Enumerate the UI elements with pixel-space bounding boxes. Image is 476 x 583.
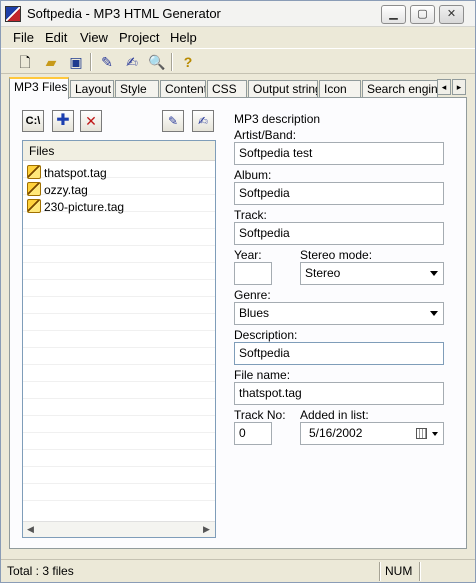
chevron-down-icon[interactable] <box>430 311 438 316</box>
stereo-mode-label: Stereo mode: <box>300 248 373 262</box>
tab-mp3-files[interactable]: MP3 Files <box>9 77 69 99</box>
window-title: Softpedia - MP3 HTML Generator <box>27 6 221 21</box>
generate-all-button[interactable]: ✍ <box>192 110 214 132</box>
tab-output-string[interactable]: Output string <box>248 80 318 98</box>
menu-bar: File Edit View Project Help <box>1 28 475 47</box>
chevron-down-icon[interactable] <box>432 432 438 436</box>
menu-file[interactable]: File <box>13 30 34 45</box>
tab-layout[interactable]: Layout <box>70 80 114 98</box>
added-date-value: 5/16/2002 <box>309 426 363 440</box>
app-window: Softpedia - MP3 HTML Generator ▁ ▢ ✕ Fil… <box>0 0 476 583</box>
genre-value: Blues <box>239 306 270 320</box>
tab-search-engine[interactable]: Search engine <box>362 80 438 98</box>
help-icon[interactable]: ? <box>178 52 198 72</box>
file-name-field[interactable]: thatspot.tag <box>234 382 444 405</box>
list-item[interactable]: 230-picture.tag <box>27 199 207 216</box>
mp3-files-panel: C:\ ✚ ✕ ✎ ✍ Files thatspot.tag ozzy.tag … <box>9 97 467 549</box>
scroll-left-icon[interactable]: ◀ <box>27 524 34 535</box>
scroll-right-icon[interactable]: ▶ <box>203 524 210 535</box>
tab-icon[interactable]: Icon <box>319 80 361 98</box>
list-item[interactable]: thatspot.tag <box>27 165 207 182</box>
album-field[interactable]: Softpedia <box>234 182 444 205</box>
toolbar-separator <box>171 53 173 71</box>
maximize-button[interactable]: ▢ <box>410 5 435 24</box>
generate-all-icon[interactable]: ✍ <box>122 52 142 72</box>
file-list-items: thatspot.tag ozzy.tag 230-picture.tag <box>27 165 207 216</box>
menu-view[interactable]: View <box>80 30 108 45</box>
genre-select[interactable]: Blues <box>234 302 444 325</box>
tab-scroll-right-icon[interactable]: ▸ <box>452 79 466 95</box>
tag-file-icon <box>27 165 41 179</box>
tab-scroll-left-icon[interactable]: ◂ <box>437 79 451 95</box>
title-bar: Softpedia - MP3 HTML Generator ▁ ▢ ✕ <box>1 1 475 27</box>
menu-project[interactable]: Project <box>119 30 159 45</box>
select-drive-button[interactable]: C:\ <box>22 110 44 132</box>
menu-edit[interactable]: Edit <box>45 30 67 45</box>
year-field[interactable] <box>234 262 272 285</box>
group-title: MP3 description <box>234 112 321 126</box>
app-icon[interactable] <box>5 6 21 22</box>
horizontal-scrollbar[interactable]: ◀ ▶ <box>23 521 215 537</box>
description-field[interactable]: Softpedia <box>234 342 444 365</box>
files-column-header[interactable]: Files <box>23 141 215 161</box>
open-folder-icon[interactable]: ▰ <box>41 52 61 72</box>
track-label: Track: <box>234 208 267 222</box>
generate-icon[interactable]: ✎ <box>97 52 117 72</box>
minimize-button[interactable]: ▁ <box>381 5 406 24</box>
tab-css[interactable]: CSS <box>207 80 247 98</box>
artist-label: Artist/Band: <box>234 128 297 142</box>
toolbar-separator <box>90 53 92 71</box>
file-name-label: File name: <box>234 368 291 382</box>
added-date-picker[interactable]: 5/16/2002 <box>300 422 444 445</box>
file-name-label: ozzy.tag <box>44 183 88 197</box>
tab-style[interactable]: Style <box>115 80 159 98</box>
track-field[interactable]: Softpedia <box>234 222 444 245</box>
toolbar: 🗋 ▰ ▣ ✎ ✍ 🔍 ? <box>1 48 475 74</box>
generate-selected-button[interactable]: ✎ <box>162 110 184 132</box>
file-name-label: 230-picture.tag <box>44 200 125 214</box>
tab-content[interactable]: Content <box>160 80 206 98</box>
list-item[interactable]: ozzy.tag <box>27 182 207 199</box>
file-list[interactable]: Files thatspot.tag ozzy.tag 230-picture.… <box>22 140 216 538</box>
tag-file-icon <box>27 182 41 196</box>
chevron-down-icon[interactable] <box>430 271 438 276</box>
track-no-field[interactable]: 0 <box>234 422 272 445</box>
stereo-mode-select[interactable]: Stereo <box>300 262 444 285</box>
status-num-lock: NUM <box>385 564 413 578</box>
new-file-icon[interactable]: 🗋 <box>15 52 35 72</box>
track-no-label: Track No: <box>234 408 286 422</box>
status-bar: Total : 3 files NUM <box>1 559 475 582</box>
description-label: Description: <box>234 328 298 342</box>
status-divider <box>379 562 381 581</box>
mp3-description-group: MP3 description Artist/Band: Softpedia t… <box>230 112 458 458</box>
preview-icon[interactable]: 🔍 <box>147 52 167 72</box>
stereo-mode-value: Stereo <box>305 266 341 280</box>
status-total-files: Total : 3 files <box>7 564 74 578</box>
menu-help[interactable]: Help <box>170 30 197 45</box>
remove-file-button[interactable]: ✕ <box>80 110 102 132</box>
album-label: Album: <box>234 168 272 182</box>
calendar-icon[interactable] <box>416 428 427 439</box>
status-divider <box>419 562 421 581</box>
added-in-list-label: Added in list: <box>300 408 369 422</box>
add-file-button[interactable]: ✚ <box>52 110 74 132</box>
tab-strip: MP3 Files Layout Style Content CSS Outpu… <box>9 77 467 99</box>
close-button[interactable]: ✕ <box>439 5 464 24</box>
genre-label: Genre: <box>234 288 271 302</box>
save-icon[interactable]: ▣ <box>66 52 86 72</box>
file-name-label: thatspot.tag <box>44 166 107 180</box>
tag-file-icon <box>27 199 41 213</box>
year-label: Year: <box>234 248 262 262</box>
artist-field[interactable]: Softpedia test <box>234 142 444 165</box>
